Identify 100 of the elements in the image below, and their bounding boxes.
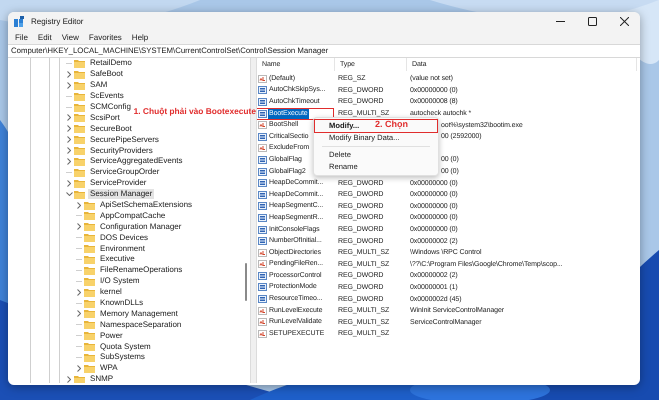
binary-value-icon <box>258 295 267 304</box>
string-value-icon <box>258 74 267 83</box>
string-value-icon <box>258 330 267 338</box>
tree-item[interactable]: SecureBoot <box>88 124 134 134</box>
folder-icon <box>84 331 95 340</box>
binary-value-icon <box>258 156 267 164</box>
chevron-right-icon[interactable] <box>67 376 71 383</box>
tree-item[interactable]: ApiSetSchemaExtensions <box>98 200 194 210</box>
string-value-icon <box>258 306 267 315</box>
tree-item[interactable]: SubSystems <box>98 352 147 362</box>
maximize-icon <box>588 16 596 26</box>
binary-value-icon <box>258 86 267 94</box>
binary-value-icon <box>258 272 267 280</box>
menu-item[interactable]: View <box>56 32 84 42</box>
tree-item[interactable]: NamespaceSeparation <box>98 320 184 330</box>
chevron-right-icon[interactable] <box>77 223 81 230</box>
folder-icon <box>84 288 95 297</box>
folder-icon <box>84 352 95 362</box>
chevron-right-icon[interactable] <box>77 202 81 209</box>
tree-item[interactable]: FileRenameOperations <box>98 265 184 276</box>
menu-item[interactable]: Edit <box>32 32 57 42</box>
menu-item[interactable]: Favorites <box>84 32 127 42</box>
registry-icon <box>14 16 25 26</box>
tree-item[interactable]: KnownDLLs <box>98 298 146 308</box>
chevron-right-icon[interactable] <box>67 136 71 144</box>
tree-item[interactable]: SCMConfig <box>88 102 133 112</box>
binary-value-icon <box>258 132 267 141</box>
tree-item[interactable]: AppCompatCache <box>98 210 168 221</box>
tree-item[interactable]: ServiceAggregatedEvents <box>88 156 184 166</box>
chevron-right-icon[interactable] <box>67 147 71 154</box>
binary-value-icon <box>258 190 267 199</box>
tree-item[interactable]: kernel <box>98 287 124 298</box>
chevron-right-icon[interactable] <box>67 158 71 165</box>
string-value-icon <box>258 248 267 257</box>
folder-icon <box>74 58 85 68</box>
folder-icon <box>84 309 95 318</box>
tree-item[interactable]: WPA <box>98 363 120 374</box>
folder-icon <box>84 200 95 210</box>
tree-item[interactable]: ScsiPort <box>88 112 122 123</box>
tree-item[interactable]: ServiceGroupOrder <box>88 167 162 178</box>
chevron-right-icon[interactable] <box>67 114 71 122</box>
folder-icon <box>84 211 95 220</box>
folder-icon <box>74 190 85 199</box>
tree-item[interactable]: Power <box>98 330 125 341</box>
tree-item[interactable]: Quota System <box>98 342 153 352</box>
folder-icon <box>84 276 95 286</box>
binary-value-icon <box>258 214 267 222</box>
chevron-right-icon[interactable] <box>67 70 71 78</box>
annotation-text: 2. Chọn <box>375 119 408 129</box>
chevron-down-icon[interactable] <box>66 192 72 196</box>
binary-value-icon <box>258 202 267 210</box>
close-icon <box>620 16 628 26</box>
chevron-right-icon[interactable] <box>77 288 81 296</box>
tree-item[interactable]: Configuration Manager <box>98 222 184 232</box>
binary-value-icon <box>258 168 267 176</box>
tree-item[interactable]: SNMP <box>88 374 116 383</box>
folder-icon <box>74 135 85 144</box>
binary-value-icon <box>258 110 267 118</box>
folder-icon <box>84 320 95 330</box>
folder-icon <box>84 244 95 254</box>
tree-item[interactable]: SafeBoot <box>88 69 125 80</box>
folder-icon <box>74 124 85 134</box>
tree-item[interactable]: Environment <box>98 244 147 254</box>
folder-icon <box>74 102 85 112</box>
folder-icon <box>84 233 95 242</box>
tree-item[interactable]: RetailDemo <box>88 58 134 68</box>
chevron-right-icon[interactable] <box>67 125 71 132</box>
tree-item[interactable]: Executive <box>98 254 137 264</box>
folder-icon <box>84 222 95 232</box>
string-value-icon <box>258 121 267 130</box>
tree-item[interactable]: ScEvents <box>88 91 126 102</box>
menu-item[interactable]: Help <box>126 32 154 42</box>
tree-item[interactable]: ServiceProvider <box>88 178 148 188</box>
scrollbar-thumb[interactable] <box>245 263 247 301</box>
menu-item[interactable]: File <box>10 32 33 42</box>
binary-value-icon <box>258 226 267 234</box>
folder-icon <box>74 178 85 188</box>
folder-icon <box>74 70 85 79</box>
folder-icon <box>84 364 95 373</box>
tree-item[interactable]: Session Manager <box>88 189 154 200</box>
string-value-icon <box>258 260 267 268</box>
tree-item[interactable]: SecurePipeServers <box>88 134 161 145</box>
chevron-right-icon[interactable] <box>77 364 81 372</box>
tree-item[interactable]: Memory Management <box>98 308 180 319</box>
string-value-icon <box>258 318 267 326</box>
string-value-icon <box>258 144 267 152</box>
window-title: Registry Editor <box>31 16 84 26</box>
binary-value-icon <box>258 237 267 246</box>
chevron-right-icon[interactable] <box>67 82 71 89</box>
folder-icon <box>74 156 85 166</box>
folder-icon <box>74 92 85 101</box>
folder-icon <box>84 266 95 275</box>
annotation-text: 1. Chuột phải vào Bootexecute <box>134 106 256 116</box>
tree-item[interactable]: I/O System <box>98 276 142 286</box>
chevron-right-icon[interactable] <box>67 180 71 187</box>
chevron-right-icon[interactable] <box>77 310 81 318</box>
tree-item[interactable]: DOS Devices <box>98 232 150 243</box>
tree-item[interactable]: SAM <box>88 80 110 90</box>
folder-icon <box>84 342 95 352</box>
tree-item[interactable]: SecurityProviders <box>88 146 155 156</box>
